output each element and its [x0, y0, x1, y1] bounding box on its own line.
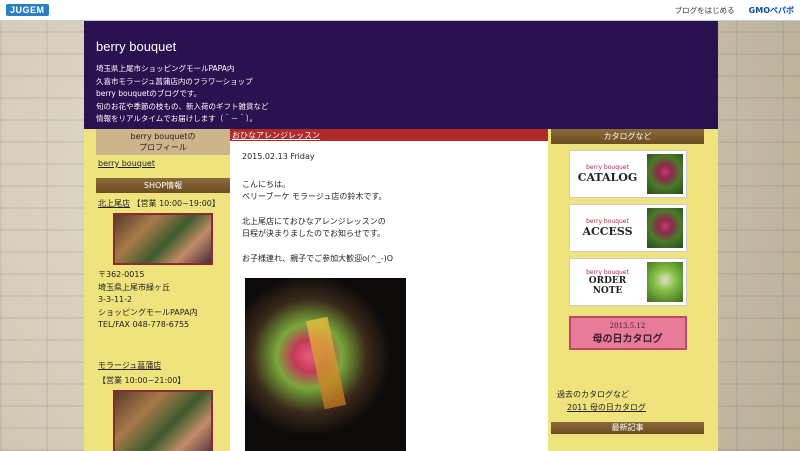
past-catalogs-label: 過去のカタログなど: [557, 390, 629, 399]
past-catalog-link[interactable]: 2011 母の日カタログ: [557, 403, 646, 412]
site-title[interactable]: berry bouquet: [96, 39, 706, 54]
post-paragraph: お子様連れ、親子でご参加大歓迎o(^_-)O: [242, 253, 536, 266]
address-line: 3-3-11-2: [98, 295, 133, 304]
catalog-label: CATALOG: [577, 171, 638, 184]
post-line: 日程が決まりましたのでお知らせです。: [242, 229, 386, 238]
past-catalogs: 過去のカタログなど 2011 母の日カタログ: [551, 388, 704, 414]
address-line: 埼玉県上尾市緑ヶ丘: [98, 282, 170, 292]
top-bar-links: ブログをはじめる GMOペパボ: [675, 5, 794, 16]
post-paragraph: 北上尾店にておひなアレンジレッスンの 日程が決まりましたのでお知らせです。: [242, 216, 536, 241]
mothers-day-date: 2013.5.12: [609, 321, 646, 330]
shop2-hours: 【営業 10:00~21:00】: [98, 375, 186, 385]
recent-posts-heading: 最新記事: [551, 422, 704, 434]
post-paragraph: こんにちは。 ベリーブーケ モラージュ店の鈴木です。: [242, 179, 536, 204]
flower-thumbnail: [646, 154, 683, 194]
post-line: お子様連れ、親子でご参加大歓迎o(^_-)O: [242, 253, 394, 263]
shop1-name-link[interactable]: 北上尾店: [98, 199, 130, 208]
post-body: 2015.02.13 Friday こんにちは。 ベリーブーケ モラージュ店の鈴…: [230, 141, 548, 287]
top-bar: JUGEM ブログをはじめる GMOペパボ: [0, 0, 800, 21]
brand-label: berry bouquet: [586, 164, 629, 171]
post-date: 2015.02.13 Friday: [242, 152, 315, 161]
brand-label: berry bouquet: [586, 218, 629, 225]
access-banner[interactable]: berry bouquet ACCESS: [568, 204, 687, 252]
profile-link[interactable]: berry bouquet: [96, 155, 230, 172]
shop1-address: 〒362-0015 埼玉県上尾市緑ヶ丘 3-3-11-2 ショッピングモールPA…: [96, 269, 230, 332]
order-note-banner-text: berry bouquet ORDER NOTE: [573, 269, 643, 296]
flower-thumbnail: [646, 208, 683, 248]
access-banner-text: berry bouquet ACCESS: [573, 218, 643, 238]
post-line: ベリーブーケ モラージュ店の鈴木です。: [242, 192, 387, 201]
catalog-banner-text: berry bouquet CATALOG: [573, 164, 643, 184]
address-line: TEL/FAX 048-778-6755: [98, 320, 190, 329]
post-title[interactable]: おひなアレンジレッスン: [230, 129, 548, 141]
shop-info-heading: SHOP情報: [96, 178, 230, 193]
access-label: ACCESS: [582, 225, 633, 238]
shop1-photo: [113, 213, 213, 265]
left-sidebar: berry bouquetの プロフィール berry bouquet SHOP…: [96, 129, 230, 451]
shop2-name-link[interactable]: モラージュ菖蒲店: [98, 361, 161, 370]
start-blog-link[interactable]: ブログをはじめる: [675, 5, 735, 16]
shop2-photo: [113, 389, 213, 451]
gmo-pepabo-logo[interactable]: GMOペパボ: [749, 5, 794, 16]
address-line: ショッピングモールPAPA内: [98, 307, 198, 317]
address-line: 〒362-0015: [98, 270, 145, 279]
main-content: おひなアレンジレッスン 2015.02.13 Friday こんにちは。 ベリー…: [230, 129, 548, 451]
order-note-label: ORDER NOTE: [588, 275, 627, 296]
post-line: 北上尾店にておひなアレンジレッスンの: [242, 216, 386, 226]
catalog-heading: カタログなど: [551, 129, 704, 144]
right-sidebar: カタログなど berry bouquet CATALOG berry bouqu…: [551, 129, 704, 434]
profile-heading: berry bouquetの プロフィール: [96, 129, 230, 155]
site-header: berry bouquet 埼玉県上尾市ショッピングモールPAPA内 久喜市モラ…: [84, 21, 718, 129]
order-note-banner[interactable]: berry bouquet ORDER NOTE: [568, 258, 687, 306]
shop2-title: モラージュ菖蒲店: [96, 358, 230, 373]
shop1-hours: 【営業 10:00~19:00】: [132, 199, 220, 208]
catalog-banner[interactable]: berry bouquet CATALOG: [568, 150, 687, 198]
flower-thumbnail: [646, 262, 683, 302]
site-description-line: 埼玉県上尾市ショッピングモールPAPA内: [96, 64, 235, 73]
hina-arrangement-photo[interactable]: [245, 278, 406, 451]
post-line: こんにちは。: [242, 179, 290, 189]
brand-label: berry bouquet: [586, 268, 629, 276]
site-description-line: 旬のお花や季節の枝もの、新入荷のギフト雑貨など: [96, 101, 269, 111]
site-description-line: berry bouquetのブログです。: [96, 89, 202, 98]
site-description-line: 情報をリアルタイムでお届けします（＾－＾）。: [96, 114, 258, 123]
jugem-logo[interactable]: JUGEM: [6, 4, 49, 16]
site-description-line: 久喜市モラージュ菖蒲店内のフラワーショップ: [96, 76, 253, 86]
shop1-title: 北上尾店 【営業 10:00~19:00】: [96, 196, 230, 211]
mothers-day-title: 母の日カタログ: [592, 333, 663, 345]
mothers-day-catalog-banner[interactable]: 2013.5.12 母の日カタログ: [568, 316, 687, 350]
